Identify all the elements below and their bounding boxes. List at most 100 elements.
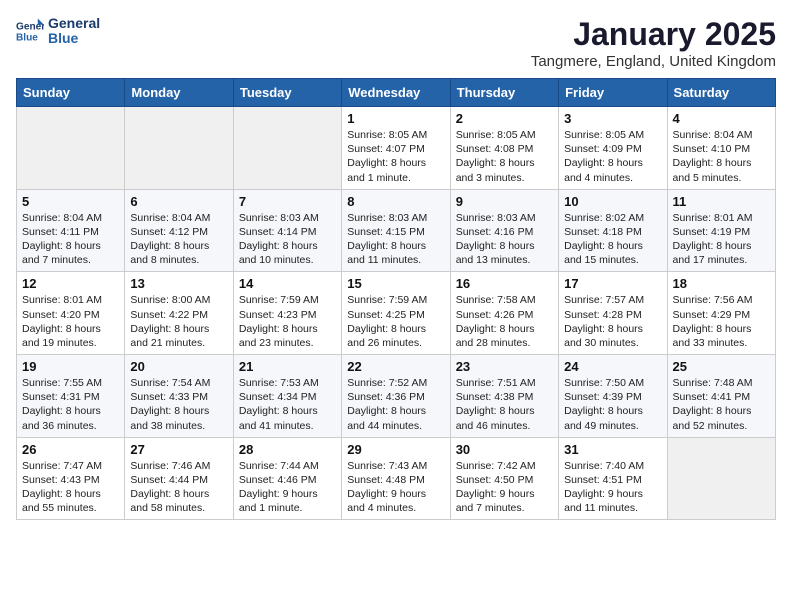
calendar-cell: 29Sunrise: 7:43 AM Sunset: 4:48 PM Dayli… <box>342 437 450 520</box>
weekday-header-thursday: Thursday <box>450 79 558 107</box>
day-info: Sunrise: 7:59 AM Sunset: 4:23 PM Dayligh… <box>239 293 336 350</box>
day-info: Sunrise: 7:47 AM Sunset: 4:43 PM Dayligh… <box>22 459 119 516</box>
calendar-cell: 14 Sunrise: 7:59 AM Sunset: 4:23 PM Dayli… <box>233 272 341 355</box>
day-info: Sunrise: 8:03 AM Sunset: 4:15 PM Dayligh… <box>347 211 444 268</box>
calendar-cell: 1 Sunrise: 8:05 AM Sunset: 4:07 PM Daylig… <box>342 107 450 190</box>
calendar-cell: 31 Sunrise: 7:40 AM Sunset: 4:51 PM Dayli… <box>559 437 667 520</box>
day-info: Sunrise: 7:55 AM Sunset: 4:31 PM Dayligh… <box>22 376 119 433</box>
day-info: Sunrise: 8:03 AM Sunset: 4:14 PM Dayligh… <box>239 211 336 268</box>
logo-text: General Blue <box>48 16 100 47</box>
logo: General Blue General Blue <box>16 16 100 47</box>
calendar-cell: 28 Sunrise: 7:44 AM Sunset: 4:46 PM Dayli… <box>233 437 341 520</box>
day-info: Sunrise: 7:57 AM Sunset: 4:28 PM Dayligh… <box>564 293 661 350</box>
day-info: Sunrise: 7:48 AM Sunset: 4:41 PM Dayligh… <box>673 376 770 433</box>
day-info: Sunrise: 7:50 AM Sunset: 4:39 PM Dayligh… <box>564 376 661 433</box>
day-number: 13 <box>130 276 227 291</box>
day-info: Sunrise: 8:05 AM Sunset: 4:07 PM Dayligh… <box>347 128 444 185</box>
calendar-cell: 2Sunrise: 8:05 AM Sunset: 4:08 PM Daylig… <box>450 107 558 190</box>
day-info: Sunrise: 8:05 AM Sunset: 4:08 PM Dayligh… <box>456 128 553 185</box>
week-row-5: 26 Sunrise: 7:47 AM Sunset: 4:43 PM Dayli… <box>17 437 776 520</box>
weekday-header-friday: Friday <box>559 79 667 107</box>
calendar-cell: 21Sunrise: 7:53 AM Sunset: 4:34 PM Dayli… <box>233 355 341 438</box>
week-row-2: 5Sunrise: 8:04 AM Sunset: 4:11 PM Daylig… <box>17 189 776 272</box>
calendar-cell: 4 Sunrise: 8:04 AM Sunset: 4:10 PM Daylig… <box>667 107 775 190</box>
day-number: 3 <box>564 111 661 126</box>
week-row-4: 19Sunrise: 7:55 AM Sunset: 4:31 PM Dayli… <box>17 355 776 438</box>
calendar-cell: 16 Sunrise: 7:58 AM Sunset: 4:26 PM Dayli… <box>450 272 558 355</box>
day-number: 30 <box>456 442 553 457</box>
calendar-cell: 25Sunrise: 7:48 AM Sunset: 4:41 PM Dayli… <box>667 355 775 438</box>
page-header: General Blue General Blue January 2025 T… <box>16 16 776 70</box>
day-number: 26 <box>22 442 119 457</box>
location: Tangmere, England, United Kingdom <box>531 53 776 70</box>
day-info: Sunrise: 7:44 AM Sunset: 4:46 PM Dayligh… <box>239 459 336 516</box>
day-number: 11 <box>673 194 770 209</box>
weekday-header-monday: Monday <box>125 79 233 107</box>
day-info: Sunrise: 7:56 AM Sunset: 4:29 PM Dayligh… <box>673 293 770 350</box>
day-info: Sunrise: 7:40 AM Sunset: 4:51 PM Dayligh… <box>564 459 661 516</box>
week-row-3: 12 Sunrise: 8:01 AM Sunset: 4:20 PM Dayli… <box>17 272 776 355</box>
day-info: Sunrise: 8:04 AM Sunset: 4:11 PM Dayligh… <box>22 211 119 268</box>
weekday-header-tuesday: Tuesday <box>233 79 341 107</box>
day-info: Sunrise: 7:43 AM Sunset: 4:48 PM Dayligh… <box>347 459 444 516</box>
day-number: 16 <box>456 276 553 291</box>
day-number: 31 <box>564 442 661 457</box>
day-number: 22 <box>347 359 444 374</box>
day-info: Sunrise: 8:00 AM Sunset: 4:22 PM Dayligh… <box>130 293 227 350</box>
day-info: Sunrise: 7:59 AM Sunset: 4:25 PM Dayligh… <box>347 293 444 350</box>
svg-text:Blue: Blue <box>16 33 38 44</box>
calendar-cell: 3 Sunrise: 8:05 AM Sunset: 4:09 PM Daylig… <box>559 107 667 190</box>
calendar: SundayMondayTuesdayWednesdayThursdayFrid… <box>16 78 776 520</box>
day-number: 20 <box>130 359 227 374</box>
calendar-cell: 22 Sunrise: 7:52 AM Sunset: 4:36 PM Dayli… <box>342 355 450 438</box>
day-number: 27 <box>130 442 227 457</box>
day-info: Sunrise: 7:46 AM Sunset: 4:44 PM Dayligh… <box>130 459 227 516</box>
calendar-cell: 11Sunrise: 8:01 AM Sunset: 4:19 PM Dayli… <box>667 189 775 272</box>
calendar-cell: 30 Sunrise: 7:42 AM Sunset: 4:50 PM Dayli… <box>450 437 558 520</box>
title-block: January 2025 Tangmere, England, United K… <box>531 16 776 70</box>
calendar-cell <box>667 437 775 520</box>
day-info: Sunrise: 7:52 AM Sunset: 4:36 PM Dayligh… <box>347 376 444 433</box>
calendar-cell: 6Sunrise: 8:04 AM Sunset: 4:12 PM Daylig… <box>125 189 233 272</box>
day-info: Sunrise: 8:04 AM Sunset: 4:10 PM Dayligh… <box>673 128 770 185</box>
day-number: 1 <box>347 111 444 126</box>
calendar-cell: 12 Sunrise: 8:01 AM Sunset: 4:20 PM Dayli… <box>17 272 125 355</box>
day-number: 21 <box>239 359 336 374</box>
calendar-cell: 27 Sunrise: 7:46 AM Sunset: 4:44 PM Dayli… <box>125 437 233 520</box>
calendar-cell: 19Sunrise: 7:55 AM Sunset: 4:31 PM Dayli… <box>17 355 125 438</box>
week-row-1: 1 Sunrise: 8:05 AM Sunset: 4:07 PM Daylig… <box>17 107 776 190</box>
day-number: 28 <box>239 442 336 457</box>
calendar-cell <box>17 107 125 190</box>
day-number: 4 <box>673 111 770 126</box>
weekday-header-sunday: Sunday <box>17 79 125 107</box>
day-number: 10 <box>564 194 661 209</box>
day-info: Sunrise: 8:02 AM Sunset: 4:18 PM Dayligh… <box>564 211 661 268</box>
calendar-cell: 7Sunrise: 8:03 AM Sunset: 4:14 PM Daylig… <box>233 189 341 272</box>
calendar-cell: 15 Sunrise: 7:59 AM Sunset: 4:25 PM Dayli… <box>342 272 450 355</box>
day-number: 23 <box>456 359 553 374</box>
calendar-cell: 24Sunrise: 7:50 AM Sunset: 4:39 PM Dayli… <box>559 355 667 438</box>
calendar-cell <box>233 107 341 190</box>
day-info: Sunrise: 8:03 AM Sunset: 4:16 PM Dayligh… <box>456 211 553 268</box>
calendar-cell: 17Sunrise: 7:57 AM Sunset: 4:28 PM Dayli… <box>559 272 667 355</box>
day-info: Sunrise: 8:05 AM Sunset: 4:09 PM Dayligh… <box>564 128 661 185</box>
calendar-cell: 13 Sunrise: 8:00 AM Sunset: 4:22 PM Dayli… <box>125 272 233 355</box>
day-info: Sunrise: 8:01 AM Sunset: 4:20 PM Dayligh… <box>22 293 119 350</box>
day-number: 18 <box>673 276 770 291</box>
day-number: 15 <box>347 276 444 291</box>
day-info: Sunrise: 7:42 AM Sunset: 4:50 PM Dayligh… <box>456 459 553 516</box>
weekday-header-row: SundayMondayTuesdayWednesdayThursdayFrid… <box>17 79 776 107</box>
calendar-cell: 20 Sunrise: 7:54 AM Sunset: 4:33 PM Dayli… <box>125 355 233 438</box>
day-number: 9 <box>456 194 553 209</box>
day-info: Sunrise: 7:58 AM Sunset: 4:26 PM Dayligh… <box>456 293 553 350</box>
day-number: 14 <box>239 276 336 291</box>
logo-icon: General Blue <box>16 17 44 45</box>
calendar-cell: 26 Sunrise: 7:47 AM Sunset: 4:43 PM Dayli… <box>17 437 125 520</box>
calendar-cell: 9 Sunrise: 8:03 AM Sunset: 4:16 PM Daylig… <box>450 189 558 272</box>
weekday-header-wednesday: Wednesday <box>342 79 450 107</box>
month-title: January 2025 <box>531 16 776 53</box>
day-number: 12 <box>22 276 119 291</box>
calendar-cell <box>125 107 233 190</box>
day-info: Sunrise: 7:51 AM Sunset: 4:38 PM Dayligh… <box>456 376 553 433</box>
day-info: Sunrise: 7:54 AM Sunset: 4:33 PM Dayligh… <box>130 376 227 433</box>
